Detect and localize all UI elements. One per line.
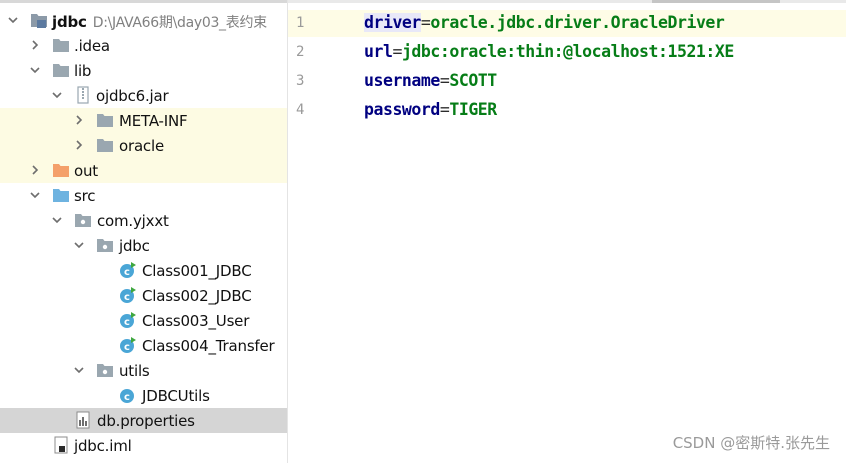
- chevron-down-icon[interactable]: [28, 186, 42, 204]
- line-number: 2: [296, 44, 305, 60]
- iml-file-icon: [54, 436, 68, 454]
- editor-tab-strip[interactable]: [288, 0, 846, 3]
- tree-label: Class004_Transfer: [142, 337, 275, 355]
- tree-label: jdbc: [119, 237, 150, 255]
- code-line-1[interactable]: driver=oracle.jdbc.driver.OracleDriver: [364, 13, 725, 32]
- project-folder-icon: [31, 14, 47, 28]
- tree-label: META-INF: [119, 112, 188, 130]
- chevron-down-icon[interactable]: [72, 361, 86, 379]
- tree-item-jdbcutils[interactable]: c JDBCUtils: [0, 383, 287, 408]
- assign-operator: =: [439, 71, 450, 90]
- assign-operator: =: [392, 42, 402, 61]
- tree-item-jdbc-iml[interactable]: jdbc.iml: [0, 433, 287, 458]
- property-value: jdbc:oracle:thin:@localhost:1521:XE: [401, 42, 734, 61]
- assign-operator: =: [420, 13, 431, 32]
- panel-top-edge: [0, 0, 287, 3]
- tree-item-idea[interactable]: .idea: [0, 33, 287, 58]
- java-class-icon: c: [120, 389, 134, 403]
- java-class-icon: c: [120, 337, 136, 353]
- tree-item-class004-transfer[interactable]: c Class004_Transfer: [0, 333, 287, 358]
- csdn-watermark: CSDN @密斯特.张先生: [672, 434, 830, 452]
- source-folder-icon: [53, 189, 69, 202]
- tree-item-ojdbc6-jar[interactable]: ojdbc6.jar: [0, 83, 287, 108]
- property-key: password: [364, 100, 440, 119]
- tree-item-jdbc-root[interactable]: jdbc D:\JAVA66期\day03_表约束: [0, 8, 287, 33]
- chevron-down-icon[interactable]: [28, 61, 42, 79]
- tree-label: lib: [74, 62, 92, 80]
- tree-label: com.yjxxt: [97, 212, 169, 230]
- line-number: 3: [296, 73, 305, 89]
- tree-label: out: [74, 162, 98, 180]
- folder-icon: [97, 139, 113, 152]
- project-tree-panel: jdbc D:\JAVA66期\day03_表约束 .idea lib ojdbc…: [0, 0, 287, 463]
- properties-file-icon: [76, 411, 90, 429]
- tree-label: JDBCUtils: [142, 387, 210, 405]
- editor-gutter: [288, 0, 335, 463]
- tree-label: Class003_User: [142, 312, 250, 330]
- tree-label-root: jdbc D:\JAVA66期\day03_表约束: [52, 13, 267, 31]
- code-line-3[interactable]: username=SCOTT: [364, 71, 497, 90]
- tree-item-class002-jdbc[interactable]: c Class002_JDBC: [0, 283, 287, 308]
- chevron-right-icon[interactable]: [28, 161, 42, 179]
- svg-text:c: c: [124, 267, 130, 278]
- property-value: oracle.jdbc.driver.OracleDriver: [430, 13, 725, 32]
- svg-text:c: c: [124, 292, 130, 303]
- code-line-4[interactable]: password=TIGER: [364, 100, 497, 119]
- active-tab-edge[interactable]: [652, 0, 780, 3]
- package-icon: [75, 214, 91, 227]
- tree-label: .idea: [74, 37, 110, 55]
- property-key: url: [364, 42, 393, 61]
- tree-item-utils[interactable]: utils: [0, 358, 287, 383]
- editor-area[interactable]: [335, 0, 846, 463]
- java-class-icon: c: [120, 262, 136, 278]
- chevron-down-icon[interactable]: [50, 211, 64, 229]
- project-path: D:\JAVA66期\day03_表约束: [92, 15, 267, 31]
- tree-item-src[interactable]: src: [0, 183, 287, 208]
- tree-item-class003-user[interactable]: c Class003_User: [0, 308, 287, 333]
- property-key: username: [364, 71, 440, 90]
- chevron-down-icon[interactable]: [6, 11, 20, 29]
- code-line-2[interactable]: url=jdbc:oracle:thin:@localhost:1521:XE: [364, 42, 734, 61]
- tree-label: oracle: [119, 137, 164, 155]
- tree-label: utils: [119, 362, 150, 380]
- tree-item-out[interactable]: out: [0, 158, 287, 183]
- line-number: 4: [296, 102, 305, 118]
- svg-text:c: c: [124, 342, 130, 353]
- tree-item-com-yjxxt[interactable]: com.yjxxt: [0, 208, 287, 233]
- tree-item-meta-inf[interactable]: META-INF: [0, 108, 287, 133]
- property-value: TIGER: [449, 100, 497, 119]
- tree-item-lib[interactable]: lib: [0, 58, 287, 83]
- package-icon: [97, 239, 113, 252]
- line-number: 1: [296, 15, 305, 31]
- chevron-down-icon[interactable]: [72, 236, 86, 254]
- tree-label: ojdbc6.jar: [96, 87, 169, 105]
- svg-text:c: c: [124, 392, 130, 403]
- tree-label: src: [74, 187, 96, 205]
- folder-icon: [53, 39, 69, 52]
- tree-item-db-properties[interactable]: db.properties: [0, 408, 287, 433]
- package-icon: [97, 364, 113, 377]
- chevron-right-icon[interactable]: [72, 111, 86, 129]
- property-key: driver: [364, 13, 421, 32]
- tree-label: jdbc.iml: [74, 437, 132, 455]
- tree-label: Class001_JDBC: [142, 262, 252, 280]
- tree-item-jdbc-package[interactable]: jdbc: [0, 233, 287, 258]
- folder-icon: [53, 64, 69, 77]
- tree-item-class001-jdbc[interactable]: c Class001_JDBC: [0, 258, 287, 283]
- property-value: SCOTT: [449, 71, 497, 90]
- tree-label: Class002_JDBC: [142, 287, 252, 305]
- tree-item-oracle[interactable]: oracle: [0, 133, 287, 158]
- jar-icon: [77, 86, 89, 104]
- java-class-icon: c: [120, 287, 136, 303]
- folder-icon: [97, 114, 113, 127]
- excluded-folder-icon: [53, 164, 69, 177]
- chevron-down-icon[interactable]: [50, 86, 64, 104]
- java-class-icon: c: [120, 312, 136, 328]
- chevron-right-icon[interactable]: [28, 36, 42, 54]
- svg-text:c: c: [124, 317, 130, 328]
- assign-operator: =: [439, 100, 450, 119]
- tree-label: db.properties: [97, 412, 195, 430]
- chevron-right-icon[interactable]: [72, 136, 86, 154]
